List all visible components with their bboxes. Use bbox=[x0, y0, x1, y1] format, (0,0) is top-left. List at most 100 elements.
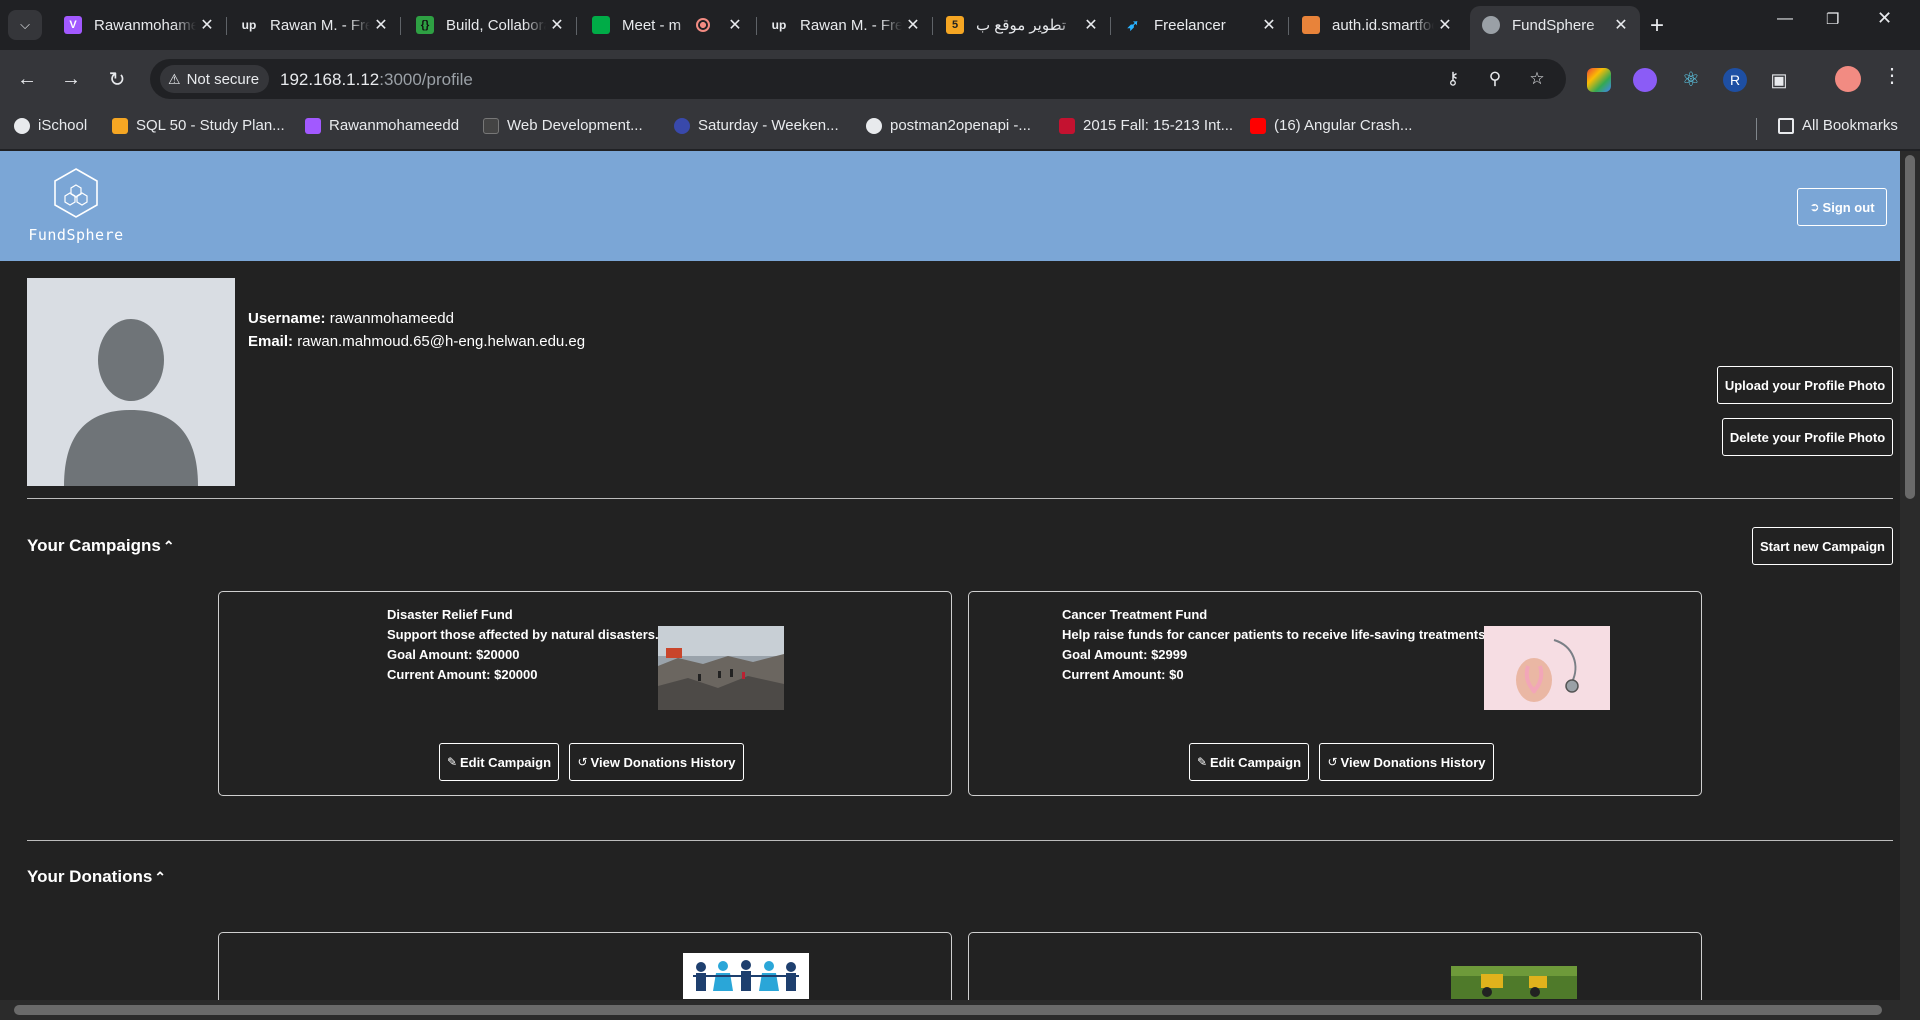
close-tab-icon[interactable]: ✕ bbox=[546, 15, 568, 35]
browser-tab[interactable]: ➶ Freelancer ✕ bbox=[1112, 6, 1289, 44]
close-tab-icon[interactable]: ✕ bbox=[902, 15, 924, 35]
freelancer-icon: ➶ bbox=[1126, 17, 1140, 34]
minimize-icon[interactable]: — bbox=[1777, 10, 1793, 28]
start-new-campaign-button[interactable]: Start new Campaign bbox=[1752, 527, 1893, 565]
campaign-current: Current Amount: $0 bbox=[1062, 667, 1184, 682]
restore-icon[interactable]: ❐ bbox=[1826, 10, 1839, 28]
cmu-icon bbox=[1059, 117, 1075, 134]
history-icon: ↺ bbox=[577, 755, 588, 769]
browser-tab[interactable]: {} Build, Collaborate ✕ bbox=[404, 6, 577, 44]
window-close-icon[interactable]: ✕ bbox=[1877, 8, 1892, 29]
campaign-goal: Goal Amount: $20000 bbox=[387, 647, 520, 662]
divider bbox=[27, 498, 1893, 499]
security-indicator[interactable]: ⚠ Not secure bbox=[160, 65, 270, 93]
close-tab-icon[interactable]: ✕ bbox=[1434, 15, 1456, 35]
edit-campaign-button[interactable]: ✎ Edit Campaign bbox=[439, 743, 559, 781]
campaigns-section-toggle[interactable]: Your Campaigns ⌃ bbox=[27, 536, 175, 556]
scroll-thumb[interactable] bbox=[1905, 155, 1915, 499]
bookmark-item[interactable]: Rawanmohameedd bbox=[305, 117, 459, 134]
bookmark-item[interactable]: Saturday - Weeken... bbox=[674, 117, 839, 134]
meet-icon bbox=[592, 16, 610, 34]
address-bar[interactable]: ⚠ Not secure 192.168.1.12:3000/profile ⚷… bbox=[150, 59, 1566, 99]
donation-card bbox=[968, 932, 1702, 1000]
campaign-details: Cancer Treatment Fund Help raise funds f… bbox=[1062, 605, 1489, 685]
url-text[interactable]: 192.168.1.12:3000/profile bbox=[280, 70, 473, 90]
donations-section-toggle[interactable]: Your Donations ⌃ bbox=[27, 867, 166, 887]
bookmark-star-icon[interactable]: ☆ bbox=[1526, 69, 1548, 91]
all-bookmarks-button[interactable]: All Bookmarks bbox=[1778, 117, 1898, 134]
close-tab-icon[interactable]: ✕ bbox=[1080, 15, 1102, 35]
browser-tab[interactable]: 5 تطوير موقع ب ✕ bbox=[934, 6, 1111, 44]
extension-icon[interactable] bbox=[1587, 68, 1611, 92]
browser-tab[interactable]: Meet - m ✕ bbox=[580, 6, 757, 44]
warning-icon: ⚠ bbox=[168, 70, 181, 87]
campaign-current: Current Amount: $20000 bbox=[387, 667, 538, 682]
tab-search-button[interactable]: ⌵ bbox=[8, 10, 42, 40]
horizontal-scrollbar[interactable] bbox=[0, 1000, 1920, 1020]
forward-icon[interactable]: → bbox=[56, 64, 86, 94]
campaign-description: Help raise funds for cancer patients to … bbox=[1062, 627, 1489, 642]
chevron-up-icon: ⌃ bbox=[154, 868, 167, 885]
bookmark-item[interactable]: Web Development... bbox=[483, 117, 643, 134]
edit-campaign-button[interactable]: ✎ Edit Campaign bbox=[1189, 743, 1309, 781]
logo-hexagon-icon bbox=[54, 168, 98, 218]
edit-icon: ✎ bbox=[1196, 755, 1208, 769]
globe-icon bbox=[14, 117, 30, 134]
puzzle-icon[interactable]: ▣ bbox=[1767, 68, 1791, 92]
web-dev-icon bbox=[483, 117, 499, 134]
browser-tab[interactable]: V Rawanmohameedd ✕ bbox=[52, 6, 227, 44]
sign-out-icon: ➲ bbox=[1809, 200, 1820, 214]
close-tab-icon[interactable]: ✕ bbox=[1610, 15, 1632, 35]
campaign-goal: Goal Amount: $2999 bbox=[1062, 647, 1188, 662]
bookmark-item[interactable]: (16) Angular Crash... bbox=[1250, 117, 1412, 134]
bookmark-item[interactable]: SQL 50 - Study Plan... bbox=[112, 117, 285, 134]
campaign-title: Disaster Relief Fund bbox=[387, 607, 513, 622]
bookmark-item[interactable]: iSchool bbox=[14, 117, 87, 134]
chevron-down-icon: ⌵ bbox=[20, 17, 30, 32]
sign-out-button[interactable]: ➲ Sign out bbox=[1797, 188, 1887, 226]
close-tab-icon[interactable]: ✕ bbox=[370, 15, 392, 35]
back-icon[interactable]: ← bbox=[12, 64, 42, 94]
tractor-field-photo bbox=[1451, 966, 1577, 999]
browser-tab-active[interactable]: FundSphere ✕ bbox=[1470, 6, 1640, 50]
browser-tab[interactable]: up Rawan M. - Freelancer ✕ bbox=[758, 6, 933, 44]
delete-photo-button[interactable]: Delete your Profile Photo bbox=[1722, 418, 1893, 456]
rubble-photo bbox=[658, 626, 784, 710]
redux-extension-icon[interactable]: R bbox=[1723, 68, 1747, 92]
browser-tab[interactable]: auth.id.smartfoods ✕ bbox=[1290, 6, 1464, 44]
gamepad-icon bbox=[1302, 16, 1320, 34]
folder-icon bbox=[1778, 117, 1794, 134]
profile-avatar bbox=[27, 278, 235, 486]
upload-photo-button[interactable]: Upload your Profile Photo bbox=[1717, 366, 1893, 404]
reload-icon[interactable]: ↻ bbox=[102, 64, 132, 94]
view-donations-history-button[interactable]: ↺ View Donations History bbox=[1319, 743, 1494, 781]
new-tab-icon[interactable]: + bbox=[1650, 12, 1664, 40]
tab-strip: ⌵ V Rawanmohameedd ✕ up Rawan M. - Freel… bbox=[0, 0, 1920, 50]
email-value: rawan.mahmoud.65@h-eng.helwan.edu.eg bbox=[297, 333, 586, 350]
browser-tab[interactable]: up Rawan M. - Freelancer ✕ bbox=[228, 6, 401, 44]
key-icon[interactable]: ⚷ bbox=[1442, 69, 1464, 91]
campaign-card: Cancer Treatment Fund Help raise funds f… bbox=[968, 591, 1702, 796]
app-logo[interactable]: FundSphere bbox=[24, 167, 128, 244]
scroll-thumb[interactable] bbox=[14, 1005, 1882, 1015]
vertical-scrollbar[interactable] bbox=[1900, 151, 1920, 1000]
close-tab-icon[interactable]: ✕ bbox=[724, 15, 746, 35]
calendar-icon bbox=[674, 117, 690, 134]
menu-kebab-icon[interactable]: ⋮ bbox=[1882, 63, 1902, 88]
react-devtools-icon[interactable]: ⚛ bbox=[1679, 68, 1703, 92]
recording-icon bbox=[696, 18, 710, 32]
username-row: Username: rawanmohameedd bbox=[248, 310, 454, 327]
app-header: FundSphere ➲ Sign out bbox=[0, 151, 1900, 261]
zoom-icon[interactable]: ⚲ bbox=[1484, 69, 1506, 91]
globe-icon bbox=[866, 117, 882, 134]
view-donations-history-button[interactable]: ↺ View Donations History bbox=[569, 743, 744, 781]
chevron-up-icon: ⌃ bbox=[162, 537, 175, 554]
bookmark-item[interactable]: 2015 Fall: 15-213 Int... bbox=[1059, 117, 1233, 134]
profile-avatar-icon[interactable] bbox=[1835, 66, 1861, 92]
bookmark-item[interactable]: postman2openapi -... bbox=[866, 117, 1031, 134]
divider bbox=[27, 840, 1893, 841]
close-tab-icon[interactable]: ✕ bbox=[1258, 15, 1280, 35]
brain-extension-icon[interactable] bbox=[1633, 68, 1657, 92]
close-tab-icon[interactable]: ✕ bbox=[196, 15, 218, 35]
khamsat-icon: 5 bbox=[946, 16, 964, 34]
